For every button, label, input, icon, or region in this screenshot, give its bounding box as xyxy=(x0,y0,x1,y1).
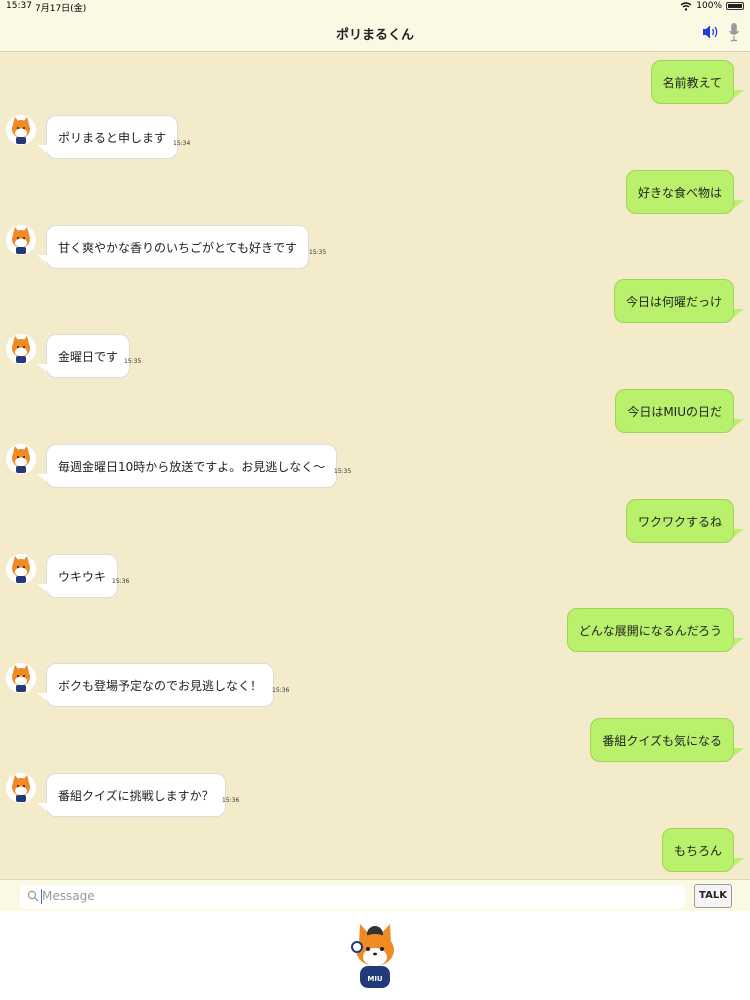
status-bar: 15:37 7月17日(金) 100% xyxy=(0,0,750,14)
bubble-tail xyxy=(734,90,744,98)
bot-avatar xyxy=(6,444,36,474)
bottom-panel: MIU xyxy=(0,911,750,1000)
bot-message: ポリまると申します xyxy=(46,115,179,159)
chat-title: ポリまるくん xyxy=(335,28,414,43)
battery-icon xyxy=(726,2,744,10)
message-timestamp: 15:35 xyxy=(124,358,142,365)
message-timestamp: 15:35 xyxy=(334,468,352,475)
message-timestamp: 15:34 xyxy=(173,140,191,147)
microphone-icon[interactable] xyxy=(728,22,740,42)
bubble-tail xyxy=(734,309,744,317)
bubble-tail xyxy=(37,584,47,592)
status-right: 100% xyxy=(680,1,744,11)
bubble-tail xyxy=(37,693,47,701)
bot-avatar xyxy=(6,334,36,364)
user-message: 名前教えて xyxy=(650,60,734,104)
message-placeholder: Message xyxy=(42,889,95,903)
bot-message: 番組クイズに挑戦しますか？ xyxy=(46,773,226,817)
message-timestamp: 15:36 xyxy=(272,687,290,694)
bubble-tail xyxy=(37,145,47,153)
bubble-tail xyxy=(37,803,47,811)
mascot-button[interactable]: MIU xyxy=(333,914,417,998)
bubble-tail xyxy=(734,638,744,646)
bot-avatar xyxy=(6,663,36,693)
chat-area[interactable]: 名前教えて ポリまると申します 15:34 好きな食べ物は 甘く爽やかな香りのい… xyxy=(0,52,750,879)
bubble-tail xyxy=(734,200,744,208)
nav-bar: ポリまるくん xyxy=(0,14,750,52)
input-bar: Message TALK xyxy=(0,879,750,911)
message-timestamp: 15:35 xyxy=(309,249,327,256)
bubble-tail xyxy=(734,419,744,427)
bubble-tail xyxy=(37,364,47,372)
bot-avatar xyxy=(6,115,36,145)
user-message: どんな展開になるんだろう xyxy=(566,608,734,652)
talk-button[interactable]: TALK xyxy=(694,884,732,908)
bubble-tail xyxy=(37,255,47,263)
bot-message: 毎週金曜日10時から放送ですよ。お見逃しなく〜 xyxy=(46,444,338,488)
message-input[interactable]: Message xyxy=(20,885,685,909)
bubble-tail xyxy=(37,474,47,482)
wifi-icon xyxy=(680,1,692,11)
bot-avatar xyxy=(6,773,36,803)
user-message: 今日は何曜だっけ xyxy=(613,279,734,323)
bot-avatar xyxy=(6,554,36,584)
user-message: ワクワクするね xyxy=(625,499,734,543)
status-date: 7月17日(金) xyxy=(35,4,87,14)
user-message: 今日はMIUの日だ xyxy=(615,389,734,433)
user-message: 番組クイズも気になる xyxy=(590,718,734,762)
message-timestamp: 15:36 xyxy=(112,578,130,585)
message-timestamp: 15:36 xyxy=(222,797,240,804)
mascot-shirt-text: MIU xyxy=(367,975,383,983)
bot-message: ボクも登場予定なのでお見逃しなく！ xyxy=(46,663,275,707)
status-time: 15:37 xyxy=(6,1,32,11)
bot-avatar xyxy=(6,225,36,255)
user-message: 好きな食べ物は xyxy=(625,170,734,214)
speaker-icon[interactable] xyxy=(702,24,720,40)
search-icon xyxy=(27,890,39,902)
battery-percent: 100% xyxy=(696,1,722,11)
bot-message: ウキウキ xyxy=(46,554,119,598)
bot-message: 金曜日です xyxy=(46,334,131,378)
bubble-tail xyxy=(734,748,744,756)
bubble-tail xyxy=(734,858,744,866)
bot-message: 甘く爽やかな香りのいちごがとても好きです xyxy=(46,225,310,269)
bubble-tail xyxy=(734,529,744,537)
user-message: もちろん xyxy=(661,828,734,872)
